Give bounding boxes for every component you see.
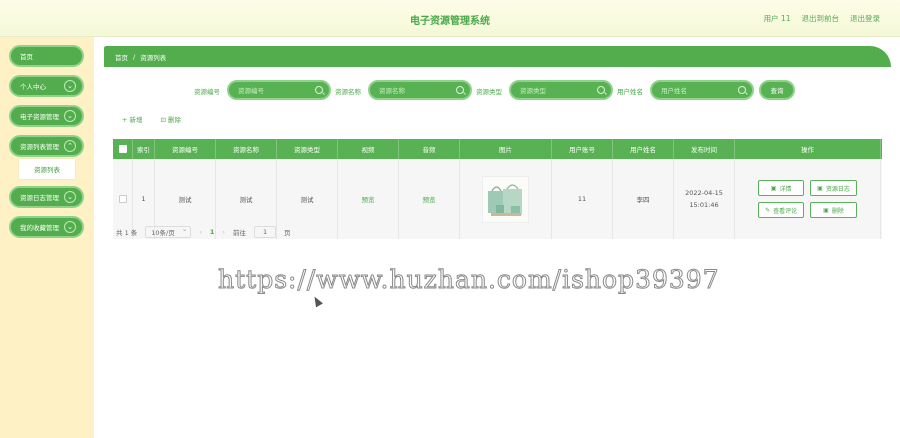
prev-page-icon[interactable]: ‹ [199,228,202,236]
cell-time: 2022-04-15 15:01:46 [674,159,735,239]
audio-preview-link[interactable]: 预览 [423,194,436,204]
row-checkbox[interactable] [118,195,127,203]
next-page-icon[interactable]: › [222,228,225,236]
search-label-code: 资源编号 [194,88,220,96]
column-header: 资源名称 [216,139,277,159]
current-page[interactable]: 1 [210,228,215,236]
search-icon [597,86,605,94]
total-count: 共 1 条 [116,229,138,237]
search-label-name: 资源名称 [335,88,361,96]
edit-icon: ✎ [765,206,771,214]
pagination: 共 1 条 10条/页 ‹ 1 › 前往 1 页 [116,225,291,238]
sidebar-subitem-resource-list[interactable]: 资源列表 [19,159,75,179]
column-header: 用户姓名 [613,139,674,159]
column-header: 资源类型 [277,139,338,159]
search-input-code[interactable]: 资源编号 [227,80,331,100]
sidebar-item-label: 电子资源管理 [20,113,59,121]
sidebar-item-favorites-management[interactable]: 我的收藏管理 ⌄ [9,216,84,238]
view-comments-button[interactable]: ✎ 查看评论 [758,202,805,218]
search-icon [738,86,746,94]
breadcrumb: 首页 / 资源列表 [104,46,891,67]
sidebar-item-resource-management[interactable]: 电子资源管理 ⌄ [9,105,84,127]
goto-page-input[interactable]: 1 [254,226,277,238]
table-header: 索引 资源编号 资源名称 资源类型 视频 音频 图片 用户账号 用户姓名 发布时… [113,139,882,159]
button-label: 详情 [779,185,792,193]
watermark-text: https://www.huzhan.com/ishop39397 [218,265,720,295]
column-header: 音频 [399,139,460,159]
column-header: 索引 [133,139,155,159]
resource-log-button[interactable]: ▣ 资源日志 [810,180,857,196]
chevron-down-icon: ⌄ [64,221,76,233]
batch-delete-button[interactable]: ⊡ 删除 [161,114,182,124]
column-header: 图片 [460,139,552,159]
video-preview-link[interactable]: 预览 [362,194,375,204]
column-header: 操作 [735,139,881,159]
search-icon [456,86,464,94]
row-actions: ▣ 详情 ▣ 资源日志 ✎ 查看评论 ▣ 删除 [758,180,857,218]
sidebar-item-resource-log-management[interactable]: 资源日志管理 ⌄ [9,186,84,208]
goto-suffix: 页 [284,229,291,237]
breadcrumb-current: 资源列表 [140,53,167,62]
cell-account: 11 [552,159,613,239]
search-placeholder: 资源类型 [520,87,546,95]
search-placeholder: 用户姓名 [661,87,687,95]
top-links: 用户 11 退出到前台 退出登录 [764,13,880,24]
sidebar-item-resource-list-management[interactable]: 资源列表管理 ⌃ [9,135,84,157]
goto-prefix: 前往 [233,229,247,237]
search-input-name[interactable]: 资源名称 [368,80,472,100]
add-button[interactable]: + 新增 [122,114,143,124]
sidebar-item-label: 资源日志管理 [20,194,59,202]
button-label: 查看评论 [773,207,798,215]
chevron-up-icon: ⌃ [64,140,76,152]
toolbar: + 新增 ⊡ 删除 [122,114,181,124]
select-all-checkbox[interactable] [118,145,127,153]
sidebar-item-home[interactable]: 首页 [9,45,84,67]
button-label: 资源日志 [825,185,850,193]
search-label-type: 资源类型 [476,88,502,96]
chevron-down-icon: ⌄ [64,191,76,203]
column-header: 视频 [338,139,399,159]
search-input-type[interactable]: 资源类型 [509,80,613,100]
search-placeholder: 资源编号 [238,87,264,95]
column-header: 资源编号 [155,139,216,159]
detail-button[interactable]: ▣ 详情 [758,180,805,196]
search-bar: 资源编号 资源编号 资源名称 资源名称 资源类型 资源类型 用户姓名 用户姓名 … [0,80,900,100]
sidebar-item-label: 我的收藏管理 [20,224,59,232]
column-header: 发布时间 [674,139,735,159]
breadcrumb-home[interactable]: 首页 [115,52,128,62]
resource-image[interactable] [482,175,529,223]
mouse-cursor-icon [311,294,323,308]
top-bar: 电子资源管理系统 用户 11 退出到前台 退出登录 [0,0,900,37]
detail-icon: ▣ [770,184,777,192]
chevron-down-icon: ⌄ [64,110,76,122]
breadcrumb-separator: / [133,52,136,61]
search-input-username[interactable]: 用户姓名 [650,80,754,100]
trash-icon: ▣ [823,206,829,214]
current-user: 用户 11 [763,14,791,23]
logout-link[interactable]: 退出登录 [850,13,880,24]
button-label: 删除 [831,207,844,215]
search-placeholder: 资源名称 [379,87,405,95]
sidebar-item-label: 资源列表管理 [20,143,59,151]
log-icon: ▣ [817,184,823,192]
cell-username: 李四 [613,159,674,239]
query-button[interactable]: 查询 [759,80,795,100]
page-size-select[interactable]: 10条/页 [145,225,192,238]
sidebar-item-label: 首页 [20,53,33,61]
delete-button[interactable]: ▣ 删除 [810,202,857,218]
resource-table: 索引 资源编号 资源名称 资源类型 视频 音频 图片 用户账号 用户姓名 发布时… [113,139,882,239]
search-icon [315,86,323,94]
column-header: 用户账号 [552,139,613,159]
search-label-username: 用户姓名 [617,88,643,96]
back-to-front-link[interactable]: 退出到前台 [802,13,840,24]
